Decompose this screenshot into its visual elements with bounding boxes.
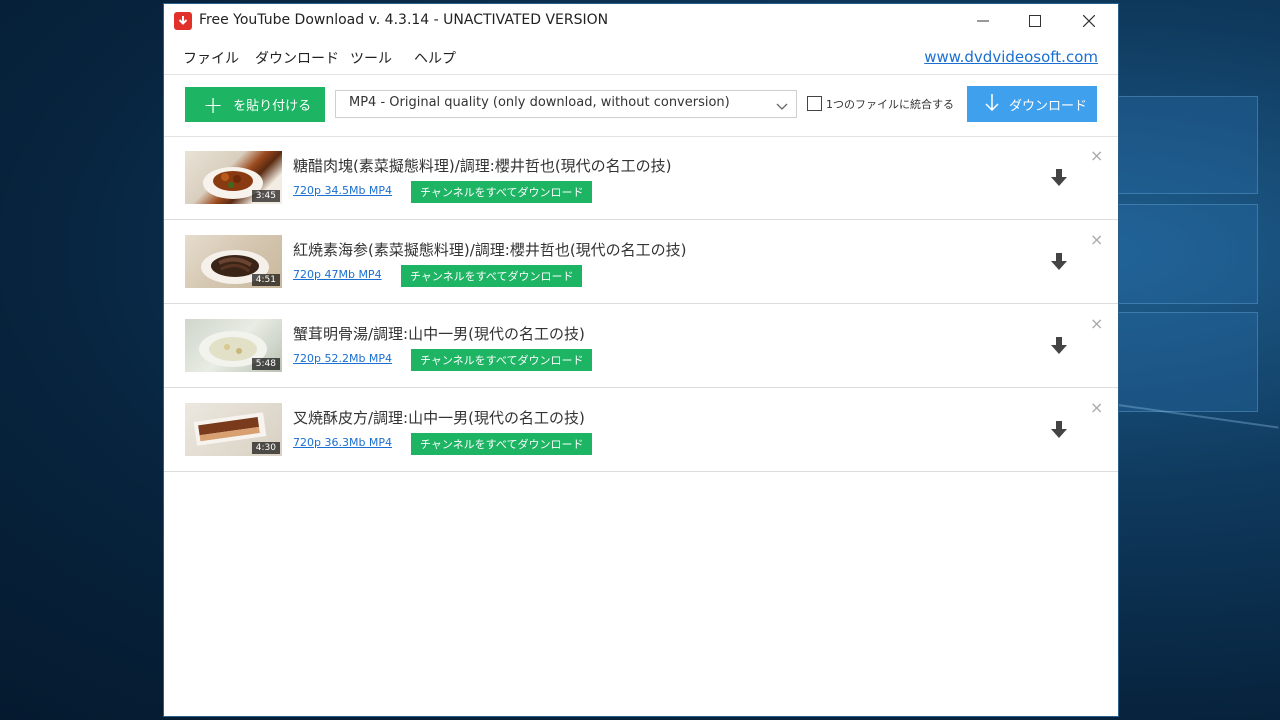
video-title: 蟹茸明骨湯/調理:山中一男(現代の名工の技) [293, 325, 585, 343]
download-button-label: ダウンロード [1009, 98, 1088, 114]
menu-file[interactable]: ファイル [183, 48, 239, 68]
download-channel-button[interactable]: チャンネルをすべてダウンロード [411, 181, 593, 203]
video-thumbnail[interactable]: 4:30 [185, 403, 282, 456]
paste-button-label: を貼り付ける [233, 99, 312, 114]
app-window: Free YouTube Download v. 4.3.14 - UNACTI… [164, 4, 1118, 716]
video-format-link[interactable]: 720p 47Mb MP4 [293, 268, 382, 281]
menu-tools[interactable]: ツール [350, 48, 392, 68]
maximize-button[interactable] [1012, 4, 1058, 38]
download-button[interactable]: ダウンロード [967, 86, 1097, 122]
menu-help[interactable]: ヘルプ [414, 48, 456, 68]
video-thumbnail[interactable]: 5:48 [185, 319, 282, 372]
paste-button[interactable]: + を貼り付ける [185, 87, 325, 122]
download-channel-button[interactable]: チャンネルをすべてダウンロード [411, 433, 593, 455]
video-title: 紅焼素海参(素菜擬態料理)/調理:櫻井哲也(現代の名工の技) [293, 241, 687, 259]
arrow-down-icon [985, 93, 999, 115]
remove-icon[interactable]: × [1090, 314, 1103, 333]
video-format-link[interactable]: 720p 36.3Mb MP4 [293, 436, 392, 449]
video-title: 叉焼酥皮方/調理:山中一男(現代の名工の技) [293, 409, 585, 427]
download-arrow-icon[interactable] [1048, 167, 1070, 193]
app-logo-icon [174, 12, 192, 30]
website-link[interactable]: www.dvdvideosoft.com [924, 48, 1098, 66]
download-arrow-icon[interactable] [1048, 419, 1070, 445]
download-channel-button[interactable]: チャンネルをすべてダウンロード [411, 349, 593, 371]
remove-icon[interactable]: × [1090, 230, 1103, 249]
minimize-button[interactable] [960, 4, 1006, 38]
video-thumbnail[interactable]: 3:45 [185, 151, 282, 204]
video-row: 4:51 紅焼素海参(素菜擬態料理)/調理:櫻井哲也(現代の名工の技) 720p… [164, 220, 1118, 304]
menu-download[interactable]: ダウンロード [255, 48, 339, 68]
video-duration: 4:30 [251, 442, 280, 454]
close-button[interactable] [1066, 4, 1112, 38]
video-thumbnail[interactable]: 4:51 [185, 235, 282, 288]
remove-icon[interactable]: × [1090, 398, 1103, 417]
menu-bar: ファイル ダウンロード ツール ヘルプ www.dvdvideosoft.com [164, 38, 1118, 75]
merge-checkbox[interactable] [807, 96, 822, 111]
title-bar: Free YouTube Download v. 4.3.14 - UNACTI… [164, 4, 1118, 38]
toolbar: + を貼り付ける MP4 - Original quality (only do… [164, 74, 1118, 137]
download-channel-button[interactable]: チャンネルをすべてダウンロード [401, 265, 583, 287]
video-row: 3:45 糖醋肉塊(素菜擬態料理)/調理:櫻井哲也(現代の名工の技) 720p … [164, 136, 1118, 220]
video-format-link[interactable]: 720p 52.2Mb MP4 [293, 352, 392, 365]
video-row: 5:48 蟹茸明骨湯/調理:山中一男(現代の名工の技) 720p 52.2Mb … [164, 304, 1118, 388]
plus-icon: + [203, 90, 224, 119]
download-arrow-icon[interactable] [1048, 251, 1070, 277]
format-select-value: MP4 - Original quality (only download, w… [349, 95, 730, 110]
video-title: 糖醋肉塊(素菜擬態料理)/調理:櫻井哲也(現代の名工の技) [293, 157, 672, 175]
remove-icon[interactable]: × [1090, 146, 1103, 165]
video-duration: 4:51 [251, 274, 280, 286]
video-duration: 3:45 [251, 190, 280, 202]
window-title: Free YouTube Download v. 4.3.14 - UNACTI… [199, 12, 609, 28]
desktop-logo-pane [1118, 204, 1258, 304]
merge-checkbox-label: 1つのファイルに統合する [826, 98, 954, 111]
desktop-logo-pane [1118, 312, 1258, 412]
video-format-link[interactable]: 720p 34.5Mb MP4 [293, 184, 392, 197]
chevron-down-icon [776, 97, 788, 116]
video-row: 4:30 叉焼酥皮方/調理:山中一男(現代の名工の技) 720p 36.3Mb … [164, 388, 1118, 472]
download-arrow-icon[interactable] [1048, 335, 1070, 361]
format-select[interactable]: MP4 - Original quality (only download, w… [335, 90, 797, 118]
video-duration: 5:48 [251, 358, 280, 370]
video-list: 3:45 糖醋肉塊(素菜擬態料理)/調理:櫻井哲也(現代の名工の技) 720p … [164, 136, 1118, 472]
desktop-logo-pane [1118, 96, 1258, 194]
